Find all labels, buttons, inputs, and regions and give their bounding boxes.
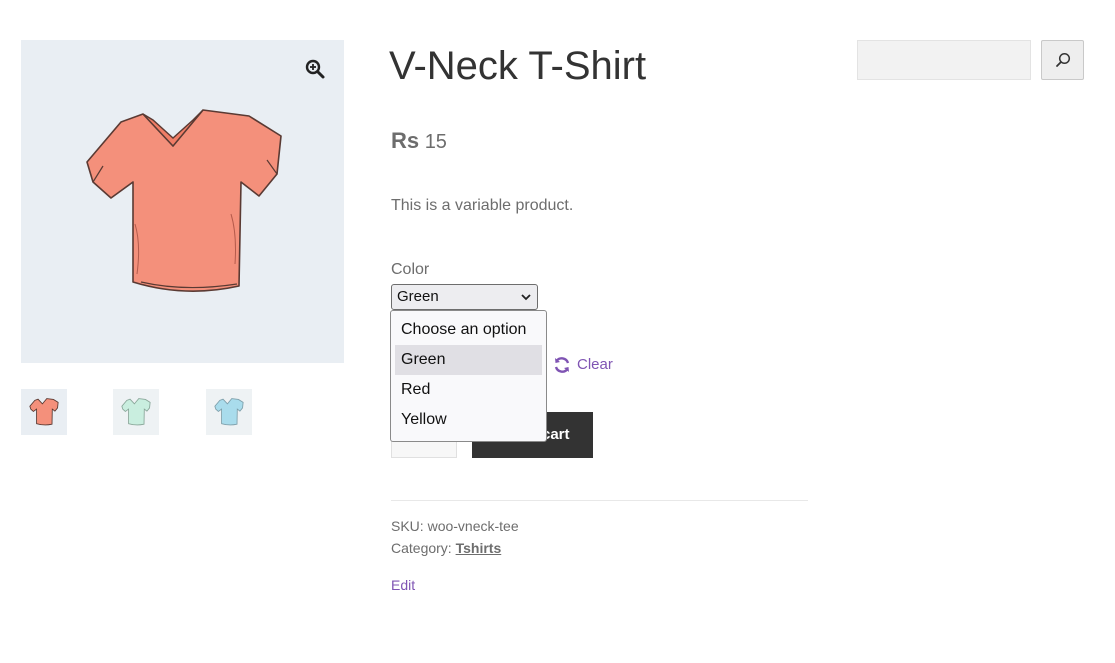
product-sku: SKU: woo-vneck-tee [391, 516, 519, 536]
sku-value: woo-vneck-tee [427, 518, 519, 534]
product-category: Category: Tshirts [391, 538, 501, 558]
color-options-dropdown: Choose an option Green Red Yellow [390, 310, 547, 442]
search-icon [1055, 52, 1070, 67]
price-currency: Rs [391, 128, 420, 153]
edit-product-link[interactable]: Edit [391, 575, 415, 595]
option-red[interactable]: Red [395, 375, 542, 405]
option-green[interactable]: Green [395, 345, 542, 375]
option-yellow[interactable]: Yellow [395, 405, 542, 435]
color-select-value: Green [397, 288, 439, 305]
product-price: Rs 15 [391, 127, 447, 156]
thumbnail-green[interactable] [113, 389, 159, 435]
gallery-thumbnails [21, 389, 344, 435]
tshirt-image [86, 109, 282, 292]
product-short-description: This is a variable product. [391, 197, 574, 214]
reset-label: Clear [577, 356, 613, 373]
product-main-image[interactable] [21, 40, 344, 363]
category-label: Category: [391, 540, 452, 556]
color-select[interactable]: Green [391, 284, 538, 310]
meta-divider [391, 500, 808, 501]
price-amount: 15 [424, 131, 447, 153]
thumbnail-tshirt-image [121, 398, 151, 426]
thumbnail-blue[interactable] [206, 389, 252, 435]
search-button[interactable] [1041, 40, 1084, 80]
zoom-icon[interactable] [304, 58, 326, 80]
refresh-icon [554, 357, 570, 373]
reset-variations-link[interactable]: Clear [553, 354, 613, 376]
product-title: V-Neck T-Shirt [389, 44, 647, 88]
thumbnail-red[interactable] [21, 389, 67, 435]
search-input[interactable] [857, 40, 1031, 80]
category-link[interactable]: Tshirts [456, 540, 502, 556]
sku-label: SKU: [391, 518, 424, 534]
thumbnail-tshirt-image [214, 398, 244, 426]
thumbnail-tshirt-image [29, 398, 59, 426]
option-choose[interactable]: Choose an option [395, 315, 542, 345]
color-label: Color [391, 261, 430, 278]
